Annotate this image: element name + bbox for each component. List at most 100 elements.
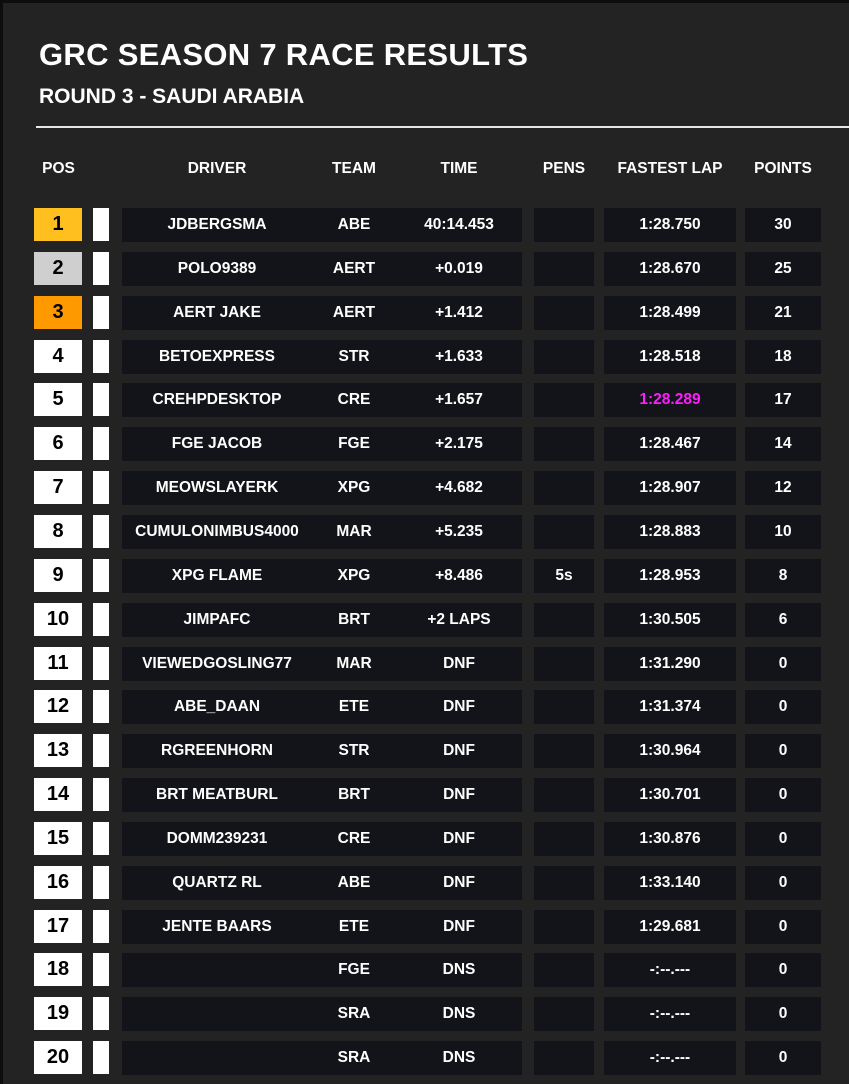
time-cell: DNS xyxy=(396,997,522,1031)
fastest-lap-cell: 1:28.499 xyxy=(604,296,736,330)
table-row: 19 SRA DNS -:--.--- 0 xyxy=(3,997,849,1031)
fastest-lap-cell: 1:30.701 xyxy=(604,778,736,812)
team-color-stripe xyxy=(93,296,109,329)
position-badge: 4 xyxy=(34,340,82,373)
pens-cell xyxy=(534,208,594,242)
driver-cell: ABE_DAAN xyxy=(122,690,312,724)
header-points: POINTS xyxy=(754,160,812,177)
driver-cell: XPG FLAME xyxy=(122,559,312,593)
team-color-stripe xyxy=(93,690,109,723)
team-color-stripe xyxy=(93,953,109,986)
position-badge: 18 xyxy=(34,953,82,986)
team-color-stripe xyxy=(93,997,109,1030)
time-cell: DNS xyxy=(396,953,522,987)
table-row: 4 BETOEXPRESS STR +1.633 1:28.518 18 xyxy=(3,340,849,374)
time-cell: +0.019 xyxy=(396,252,522,286)
points-cell: 25 xyxy=(745,252,821,286)
pens-cell xyxy=(534,296,594,330)
time-cell: +4.682 xyxy=(396,471,522,505)
team-color-stripe xyxy=(93,559,109,592)
position-badge: 16 xyxy=(34,866,82,899)
time-cell: +1.633 xyxy=(396,340,522,374)
team-cell: XPG xyxy=(312,471,396,505)
team-color-stripe xyxy=(93,910,109,943)
pens-cell xyxy=(534,515,594,549)
table-row: 17 JENTE BAARS ETE DNF 1:29.681 0 xyxy=(3,910,849,944)
page-subtitle: ROUND 3 - SAUDI ARABIA xyxy=(39,85,305,108)
team-color-stripe xyxy=(93,252,109,285)
team-cell: ABE xyxy=(312,866,396,900)
pens-cell xyxy=(534,822,594,856)
pens-cell xyxy=(534,471,594,505)
driver-cell: AERT JAKE xyxy=(122,296,312,330)
position-badge: 13 xyxy=(34,734,82,767)
pens-cell xyxy=(534,252,594,286)
driver-cell: BETOEXPRESS xyxy=(122,340,312,374)
driver-cell: CREHPDESKTOP xyxy=(122,383,312,417)
header-pos: POS xyxy=(42,160,75,177)
fastest-lap-cell: 1:28.518 xyxy=(604,340,736,374)
fastest-lap-cell: -:--.--- xyxy=(604,953,736,987)
time-cell: DNF xyxy=(396,778,522,812)
pens-cell xyxy=(534,603,594,637)
team-color-stripe xyxy=(93,427,109,460)
table-row: 20 SRA DNS -:--.--- 0 xyxy=(3,1041,849,1075)
driver-cell xyxy=(122,1041,312,1075)
title-divider xyxy=(36,126,849,128)
points-cell: 10 xyxy=(745,515,821,549)
pens-cell xyxy=(534,427,594,461)
table-row: 15 DOMM239231 CRE DNF 1:30.876 0 xyxy=(3,822,849,856)
table-row: 16 QUARTZ RL ABE DNF 1:33.140 0 xyxy=(3,866,849,900)
pens-cell xyxy=(534,778,594,812)
team-color-stripe xyxy=(93,471,109,504)
pens-cell xyxy=(534,953,594,987)
table-row: 2 POLO9389 AERT +0.019 1:28.670 25 xyxy=(3,252,849,286)
table-row: 5 CREHPDESKTOP CRE +1.657 1:28.289 17 xyxy=(3,383,849,417)
team-color-stripe xyxy=(93,208,109,241)
fastest-lap-cell: 1:31.374 xyxy=(604,690,736,724)
position-badge: 2 xyxy=(34,252,82,285)
points-cell: 0 xyxy=(745,734,821,768)
header-team: TEAM xyxy=(332,160,376,177)
table-row: 1 JDBERGSMA ABE 40:14.453 1:28.750 30 xyxy=(3,208,849,242)
driver-cell: DOMM239231 xyxy=(122,822,312,856)
team-cell: MAR xyxy=(312,647,396,681)
team-color-stripe xyxy=(93,866,109,899)
table-row: 6 FGE JACOB FGE +2.175 1:28.467 14 xyxy=(3,427,849,461)
driver-cell: CUMULONIMBUS4000 xyxy=(122,515,312,549)
header-time: TIME xyxy=(440,160,478,177)
team-cell: ABE xyxy=(312,208,396,242)
page-title: GRC SEASON 7 RACE RESULTS xyxy=(39,37,529,72)
fastest-lap-cell: 1:28.907 xyxy=(604,471,736,505)
position-badge: 8 xyxy=(34,515,82,548)
results-panel: GRC SEASON 7 RACE RESULTS ROUND 3 - SAUD… xyxy=(0,0,849,1084)
time-cell: DNS xyxy=(396,1041,522,1075)
team-cell: ETE xyxy=(312,910,396,944)
header-fastest-lap: FASTEST LAP xyxy=(617,160,723,177)
points-cell: 12 xyxy=(745,471,821,505)
table-row: 18 FGE DNS -:--.--- 0 xyxy=(3,953,849,987)
fastest-lap-cell: 1:28.883 xyxy=(604,515,736,549)
fastest-lap-cell: 1:28.953 xyxy=(604,559,736,593)
time-cell: DNF xyxy=(396,866,522,900)
time-cell: +2.175 xyxy=(396,427,522,461)
team-cell: MAR xyxy=(312,515,396,549)
team-cell: STR xyxy=(312,340,396,374)
table-row: 9 XPG FLAME XPG +8.486 5s 1:28.953 8 xyxy=(3,559,849,593)
driver-cell: QUARTZ RL xyxy=(122,866,312,900)
team-cell: XPG xyxy=(312,559,396,593)
team-color-stripe xyxy=(93,734,109,767)
position-badge: 15 xyxy=(34,822,82,855)
position-badge: 19 xyxy=(34,997,82,1030)
pens-cell xyxy=(534,997,594,1031)
driver-cell: RGREENHORN xyxy=(122,734,312,768)
points-cell: 6 xyxy=(745,603,821,637)
team-cell: FGE xyxy=(312,427,396,461)
team-cell: FGE xyxy=(312,953,396,987)
time-cell: DNF xyxy=(396,734,522,768)
pens-cell: 5s xyxy=(534,559,594,593)
points-cell: 0 xyxy=(745,690,821,724)
fastest-lap-cell: 1:29.681 xyxy=(604,910,736,944)
time-cell: +1.412 xyxy=(396,296,522,330)
team-color-stripe xyxy=(93,822,109,855)
